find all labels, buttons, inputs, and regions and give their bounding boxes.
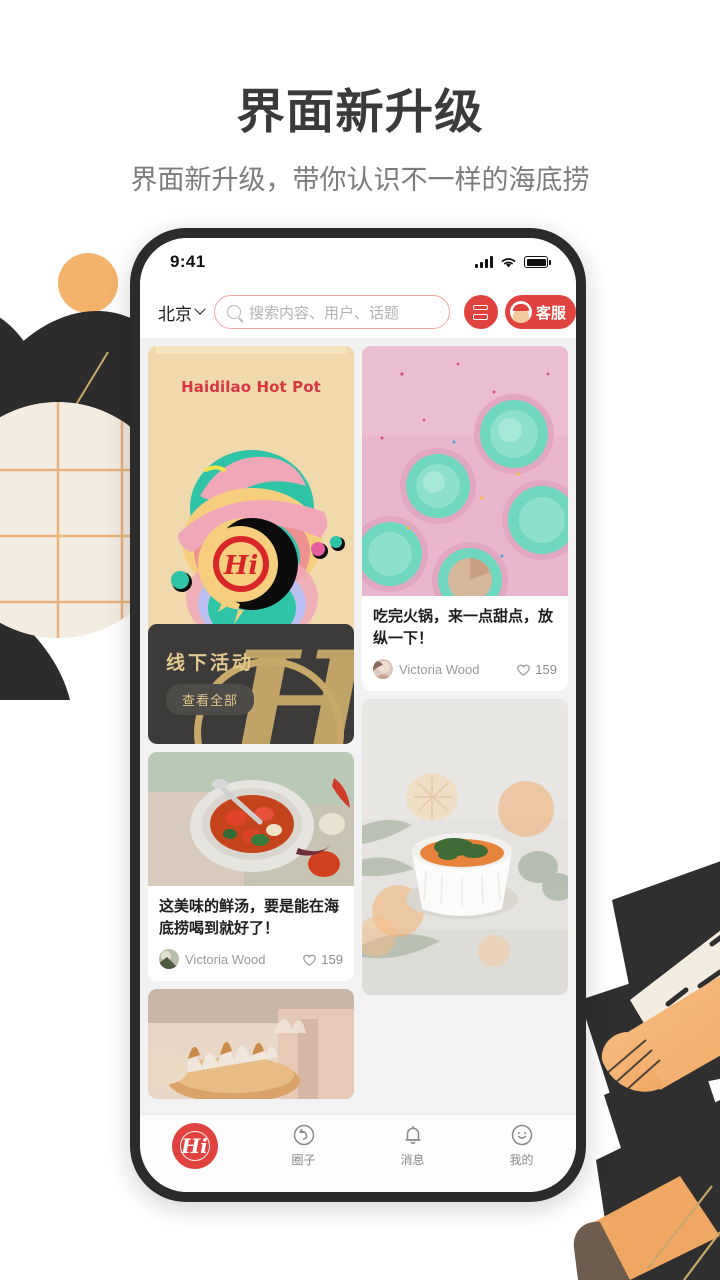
decor-orange-circle — [58, 253, 118, 313]
post-image-soup — [148, 752, 354, 886]
tab-messages[interactable]: 消息 — [358, 1123, 467, 1168]
status-bar: 9:41 — [140, 238, 576, 286]
tab-circle[interactable]: 圈子 — [249, 1123, 358, 1168]
tab-home[interactable]: Hi — [140, 1123, 249, 1173]
tab-profile[interactable]: 我的 — [467, 1123, 576, 1168]
view-all-button[interactable]: 查看全部 — [166, 684, 255, 715]
promo-page: 界面新升级 界面新升级，带你认识不一样的海底捞 9:41 北京 搜索内容、用户、… — [0, 0, 720, 1280]
heart-icon — [517, 664, 531, 676]
tab-profile-label: 我的 — [509, 1153, 534, 1167]
like-count: 159 — [535, 661, 557, 677]
phone-mockup: 9:41 北京 搜索内容、用户、话题 客服 Hi Haidilao Hot Po… — [130, 228, 586, 1202]
post-author-row: Victoria Wood 159 — [373, 659, 557, 679]
like-button[interactable]: 159 — [516, 662, 557, 677]
decor-lower-arm — [573, 1176, 720, 1280]
post-meta: 吃完火锅，来一点甜点，放纵一下！ Victoria Wood 159 — [362, 596, 568, 691]
search-icon — [227, 305, 241, 319]
search-placeholder: 搜索内容、用户、话题 — [249, 304, 400, 322]
post-image-ramekin — [362, 699, 568, 995]
signal-icon — [475, 256, 493, 268]
post-author: Victoria Wood — [185, 951, 266, 967]
promo-section-label: 线下活动 — [166, 653, 255, 674]
promo-footer: H 线下活动 查看全部 — [148, 624, 354, 744]
chevron-down-icon — [194, 303, 206, 315]
post-image-cupcakes — [362, 346, 568, 596]
phone-screen: 9:41 北京 搜索内容、用户、话题 客服 Hi Haidilao Hot Po… — [140, 238, 576, 1192]
promo-brand-title: Haidilao Hot Pot — [181, 378, 321, 396]
post-card[interactable]: 这美味的鲜汤，要是能在海底捞喝到就好了！ Victoria Wood 159 — [148, 752, 354, 981]
bottom-navigation: Hi 圈子 消息 我的 — [140, 1114, 576, 1192]
promo-card[interactable]: Hi Haidilao Hot Pot H 线下活动 查看全 — [148, 346, 354, 744]
battery-icon — [524, 256, 551, 268]
service-mascot-icon — [509, 301, 532, 323]
status-time: 9:41 — [170, 252, 206, 271]
page-subtitle: 界面新升级，带你认识不一样的海底捞 — [130, 165, 590, 196]
feed-column-right: 吃完火锅，来一点甜点，放纵一下！ Victoria Wood 159 — [362, 346, 568, 1114]
circle-refresh-icon — [293, 1124, 314, 1146]
post-title: 这美味的鲜汤，要是能在海底捞喝到就好了！ — [159, 898, 340, 937]
post-card[interactable] — [362, 699, 568, 995]
like-count: 159 — [321, 951, 343, 967]
tab-circle-label: 圈子 — [291, 1153, 316, 1167]
decor-hand — [601, 976, 720, 1093]
post-image-meringue — [148, 989, 354, 1099]
post-card[interactable] — [148, 989, 354, 1099]
svg-text:Hi: Hi — [223, 551, 258, 581]
city-selector[interactable]: 北京 — [158, 300, 206, 325]
search-input[interactable]: 搜索内容、用户、话题 — [214, 295, 450, 329]
post-title: 吃完火锅，来一点甜点，放纵一下！ — [373, 608, 554, 647]
post-author: Victoria Wood — [399, 661, 480, 677]
avatar[interactable] — [159, 949, 179, 969]
hi-logo-icon: Hi — [171, 1123, 218, 1169]
heart-icon — [303, 954, 317, 966]
tab-messages-label: 消息 — [400, 1153, 425, 1167]
decor-right-shapes — [580, 861, 720, 1280]
content-feed[interactable]: Hi Haidilao Hot Pot H 线下活动 查看全 — [140, 338, 576, 1114]
top-bar-actions: 客服 — [463, 295, 576, 329]
customer-service-label: 客服 — [535, 304, 566, 322]
post-author-row: Victoria Wood 159 — [159, 949, 343, 969]
page-title: 界面新升级 — [236, 85, 484, 140]
post-card[interactable]: 吃完火锅，来一点甜点，放纵一下！ Victoria Wood 159 — [362, 346, 568, 691]
top-bar: 北京 搜索内容、用户、话题 客服 — [140, 286, 576, 338]
customer-service-button[interactable]: 客服 — [504, 295, 576, 329]
wifi-icon — [501, 257, 516, 267]
city-label: 北京 — [158, 304, 192, 324]
avatar[interactable] — [373, 659, 393, 679]
like-button[interactable]: 159 — [302, 952, 343, 967]
smiley-face-icon — [511, 1124, 532, 1146]
bell-icon — [404, 1125, 421, 1145]
decor-sleeve — [630, 930, 720, 1050]
layout-toggle-button[interactable] — [463, 295, 498, 329]
layout-icon — [473, 304, 489, 320]
status-indicators — [475, 256, 551, 269]
post-meta: 这美味的鲜汤，要是能在海底捞喝到就好了！ Victoria Wood 159 — [148, 886, 354, 981]
feed-column-left: Hi Haidilao Hot Pot H 线下活动 查看全 — [148, 346, 354, 1114]
